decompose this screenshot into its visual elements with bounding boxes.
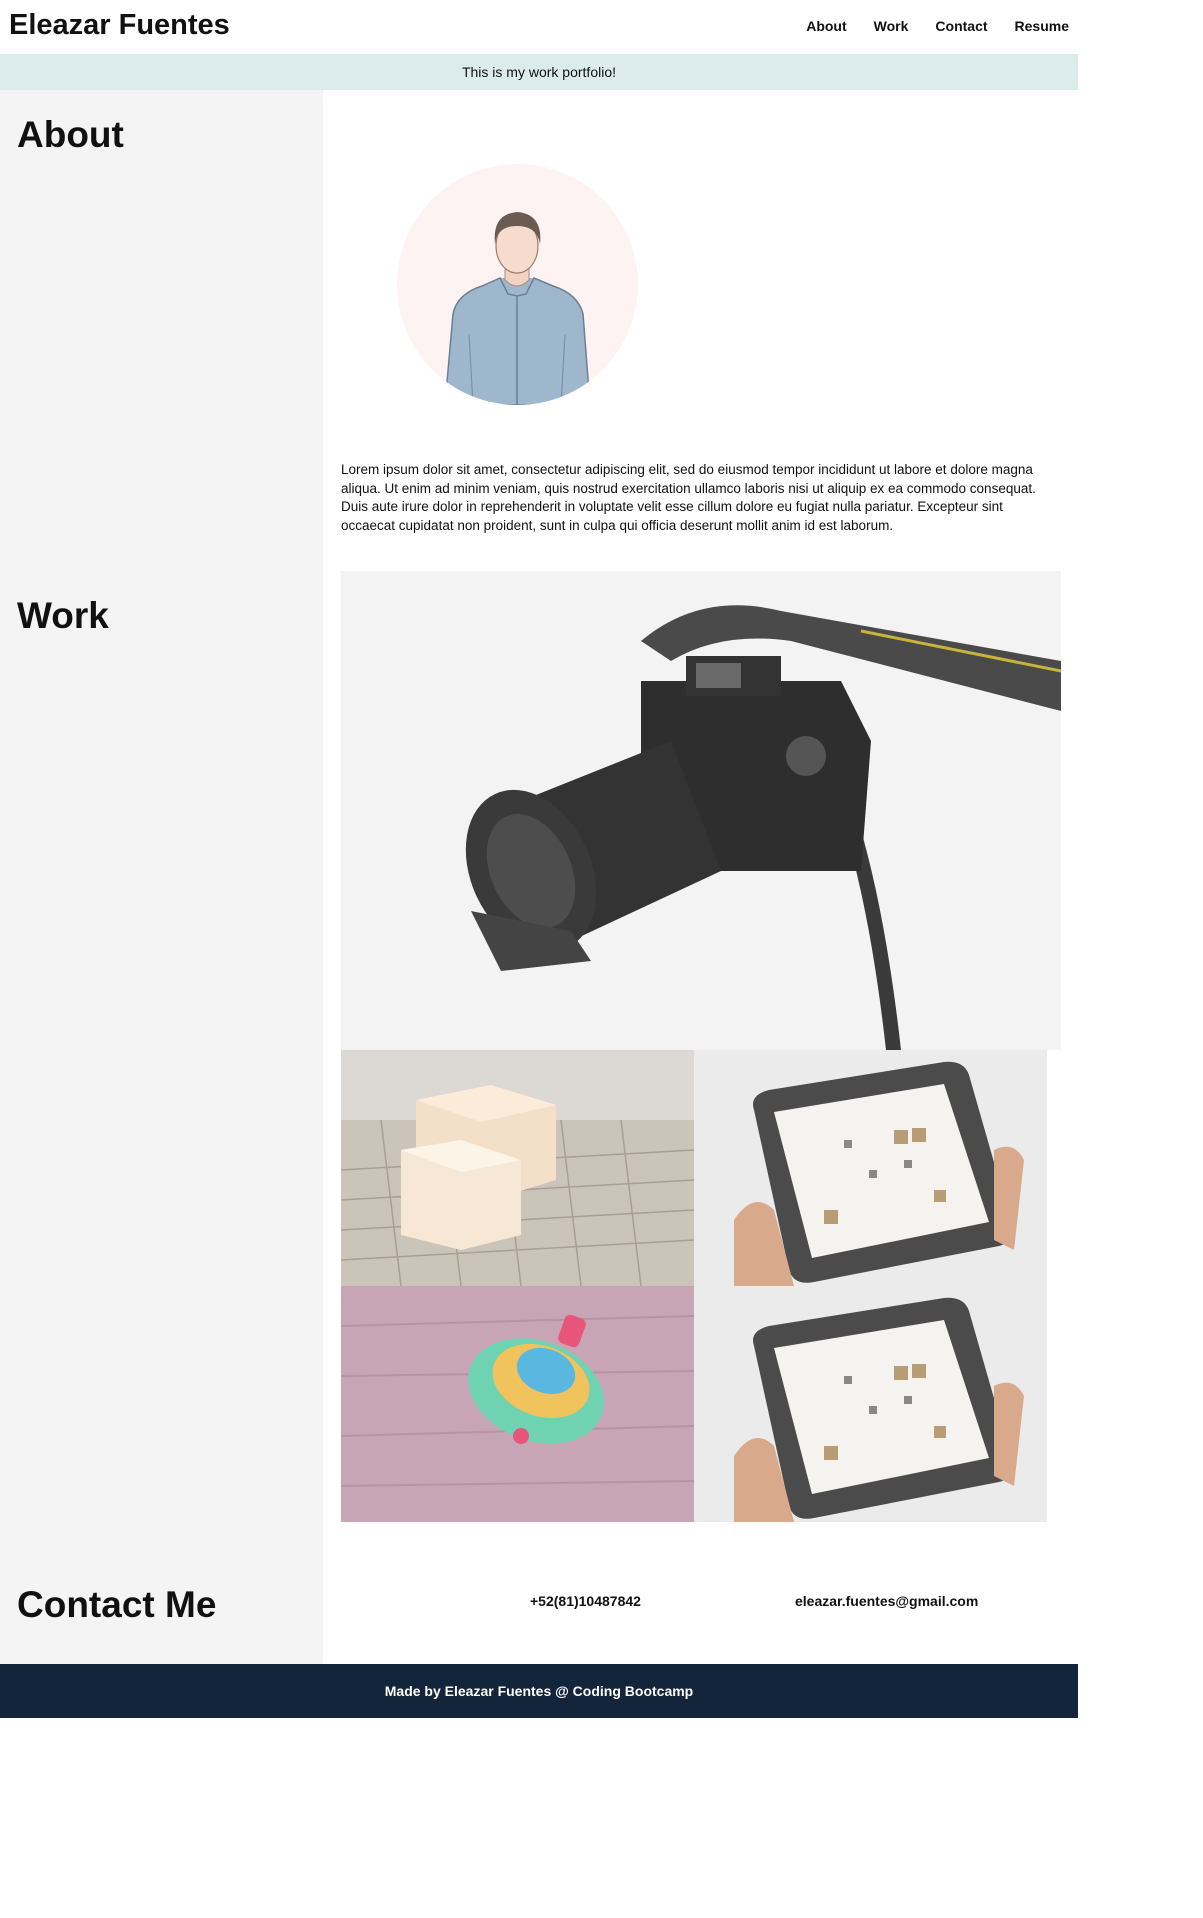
work-image-soap[interactable] (341, 1050, 694, 1286)
contact-email[interactable]: eleazar.fuentes@gmail.com (795, 1593, 978, 1609)
about-heading: About (17, 114, 124, 155)
work-image-tablet[interactable] (694, 1286, 1047, 1522)
work-content (323, 571, 1078, 1554)
page: Eleazar Fuentes About Work Contact Resum… (0, 0, 1078, 1718)
about-content: Lorem ipsum dolor sit amet, consectetur … (323, 90, 1078, 571)
nav-link-work[interactable]: Work (874, 18, 909, 34)
work-section: Work (0, 571, 1078, 1554)
site-header: Eleazar Fuentes About Work Contact Resum… (0, 0, 1078, 54)
site-title: Eleazar Fuentes (9, 9, 230, 41)
nav-link-contact[interactable]: Contact (935, 18, 987, 34)
work-image-spinning-top[interactable] (341, 1286, 694, 1522)
about-section: About Lorem ipsum dolor sit amet, consec… (0, 90, 1078, 571)
nav-link-resume[interactable]: Resume (1015, 18, 1069, 34)
work-heading: Work (17, 595, 109, 636)
work-sidebar: Work (0, 571, 323, 1554)
site-footer: Made by Eleazar Fuentes @ Coding Bootcam… (0, 1664, 1078, 1718)
profile-avatar (397, 164, 638, 405)
about-bio: Lorem ipsum dolor sit amet, consectetur … (341, 462, 1036, 533)
contact-heading: Contact Me (17, 1584, 217, 1625)
nav-link-about[interactable]: About (806, 18, 846, 34)
tagline-banner: This is my work portfolio! (0, 54, 1078, 90)
contact-sidebar: Contact Me (0, 1554, 323, 1664)
work-image-tablet[interactable] (694, 1050, 1047, 1286)
contact-content: +52(81)10487842 eleazar.fuentes@gmail.co… (323, 1554, 1078, 1664)
contact-section: Contact Me +52(81)10487842 eleazar.fuent… (0, 1554, 1078, 1664)
work-image-camera[interactable] (341, 571, 1061, 1050)
about-sidebar: About (0, 90, 323, 571)
main-nav: About Work Contact Resume (806, 18, 1069, 34)
contact-phone[interactable]: +52(81)10487842 (530, 1593, 641, 1609)
